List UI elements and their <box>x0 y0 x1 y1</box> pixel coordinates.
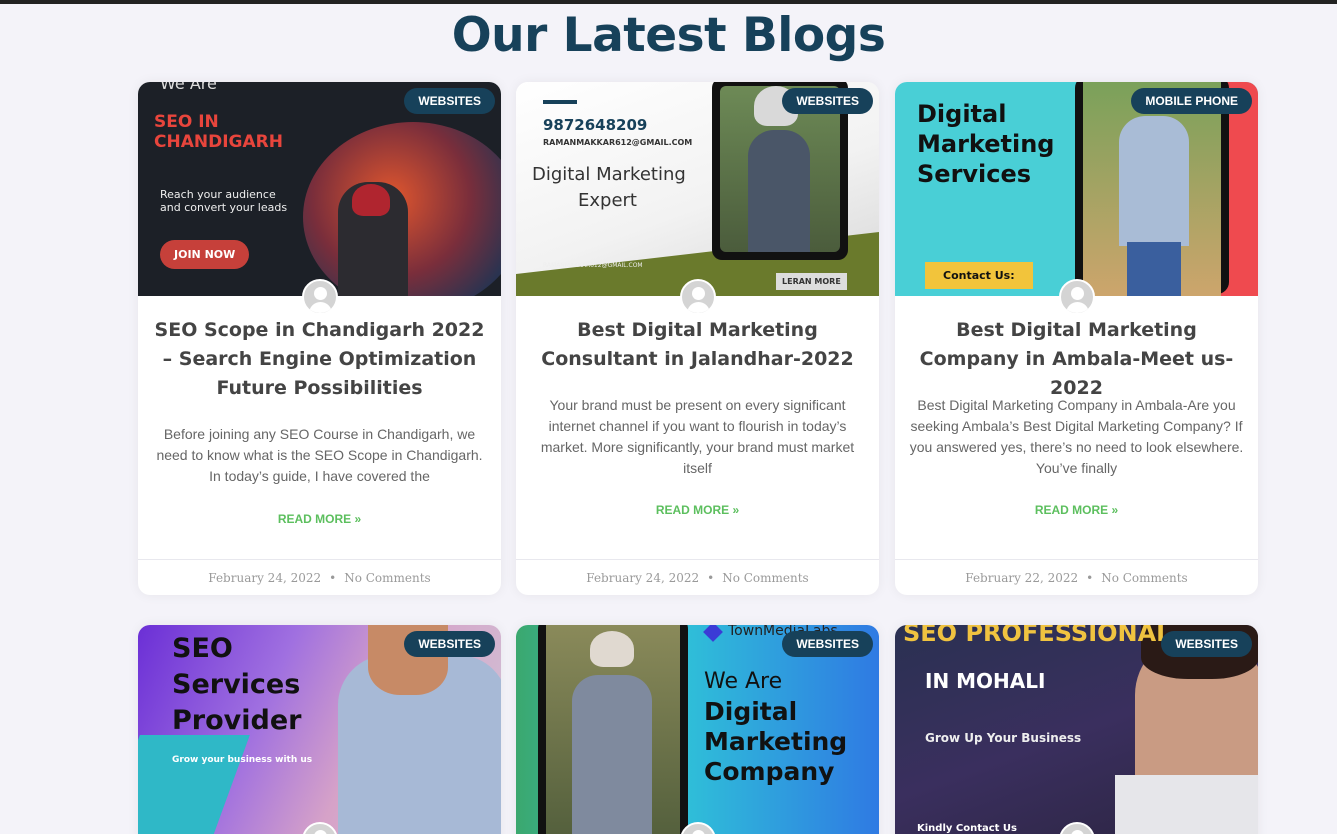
category-badge[interactable]: WEBSITES <box>404 88 495 114</box>
image-text: We Are <box>704 669 783 694</box>
image-text: Marketing <box>704 727 848 756</box>
image-text: Company <box>704 757 835 786</box>
image-text: RAMANMAKKAR612@GMAIL.COM <box>543 262 643 269</box>
image-text: Grow Up Your Business <box>925 731 1082 745</box>
comments-link[interactable]: No Comments <box>722 571 809 585</box>
blog-card[interactable]: SEO Services Provider Grow your business… <box>138 625 501 834</box>
comments-link[interactable]: No Comments <box>344 571 431 585</box>
category-badge[interactable]: WEBSITES <box>782 88 873 114</box>
image-text: RAMANMAKKAR612@GMAIL.COM <box>543 138 693 147</box>
post-thumbnail[interactable]: We Are SEO IN CHANDIGARH Reach your audi… <box>138 82 501 296</box>
image-text: CHANDIGARH <box>154 132 283 152</box>
meta-separator: • <box>707 571 715 585</box>
image-text: and convert your leads <box>160 201 288 214</box>
image-text: Grow your business with us <box>172 755 313 765</box>
image-text: Provider <box>172 705 302 736</box>
image-text: Reach your audience <box>160 188 276 201</box>
image-button: Contact Us: <box>925 262 1033 289</box>
image-text: Digital Marketing <box>532 164 686 185</box>
meta-separator: • <box>1086 571 1094 585</box>
blog-card[interactable]: Digital Marketing Services Contact Us: M… <box>895 82 1258 595</box>
post-meta: February 24, 2022 • No Comments <box>516 559 879 595</box>
blog-card[interactable]: 9872648209 RAMANMAKKAR612@GMAIL.COM Digi… <box>516 82 879 595</box>
post-excerpt: Your brand must be present on every sign… <box>540 397 855 476</box>
image-text: Services <box>172 669 301 700</box>
category-badge[interactable]: MOBILE PHONE <box>1131 88 1252 114</box>
read-more-link[interactable]: READ MORE » <box>516 503 879 517</box>
image-text: We Are <box>160 82 217 93</box>
post-meta: February 24, 2022 • No Comments <box>138 559 501 595</box>
image-text: IN MOHALI <box>925 669 1046 693</box>
post-thumbnail[interactable]: SEO Services Provider Grow your business… <box>138 625 501 834</box>
author-avatar[interactable] <box>301 279 338 315</box>
post-thumbnail[interactable]: TownMediaLabs We Are Digital Marketing C… <box>516 625 879 834</box>
category-badge[interactable]: WEBSITES <box>1161 631 1252 657</box>
image-text: Expert <box>578 190 637 211</box>
author-avatar[interactable] <box>1058 279 1095 315</box>
meta-separator: • <box>329 571 337 585</box>
post-date: February 24, 2022 <box>586 571 700 585</box>
category-badge[interactable]: WEBSITES <box>782 631 873 657</box>
image-text: Marketing <box>917 130 1055 158</box>
image-text: 9872648209 <box>543 116 648 134</box>
image-text: Kindly Contact Us <box>917 823 1017 834</box>
post-thumbnail[interactable]: Digital Marketing Services Contact Us: M… <box>895 82 1258 296</box>
top-border <box>0 0 1337 4</box>
image-text: SEO <box>172 633 233 664</box>
image-text: Digital <box>917 100 1007 128</box>
blog-card[interactable]: TownMediaLabs We Are Digital Marketing C… <box>516 625 879 834</box>
image-text: SEO PROFESSIONAL <box>903 625 1172 647</box>
read-more-link[interactable]: READ MORE » <box>895 503 1258 517</box>
comments-link[interactable]: No Comments <box>1101 571 1188 585</box>
section-title: Our Latest Blogs <box>451 8 886 63</box>
blog-card[interactable]: We Are SEO IN CHANDIGARH Reach your audi… <box>138 82 501 595</box>
post-thumbnail[interactable]: 9872648209 RAMANMAKKAR612@GMAIL.COM Digi… <box>516 82 879 296</box>
image-text: Services <box>917 160 1032 188</box>
post-date: February 22, 2022 <box>965 571 1079 585</box>
author-avatar[interactable] <box>679 279 716 315</box>
post-excerpt: Before joining any SEO Course in Chandig… <box>156 426 483 484</box>
image-text: Digital <box>704 697 798 726</box>
post-excerpt: Best Digital Marketing Company in Ambala… <box>909 397 1244 476</box>
post-thumbnail[interactable]: SEO PROFESSIONAL IN MOHALI Grow Up Your … <box>895 625 1258 834</box>
blog-card[interactable]: SEO PROFESSIONAL IN MOHALI Grow Up Your … <box>895 625 1258 834</box>
image-text: SEO IN <box>154 112 219 132</box>
category-badge[interactable]: WEBSITES <box>404 631 495 657</box>
read-more-link[interactable]: READ MORE » <box>138 512 501 526</box>
image-button: LERAN MORE <box>776 273 847 290</box>
post-date: February 24, 2022 <box>208 571 322 585</box>
post-meta: February 22, 2022 • No Comments <box>895 559 1258 595</box>
image-button: JOIN NOW <box>160 240 250 269</box>
